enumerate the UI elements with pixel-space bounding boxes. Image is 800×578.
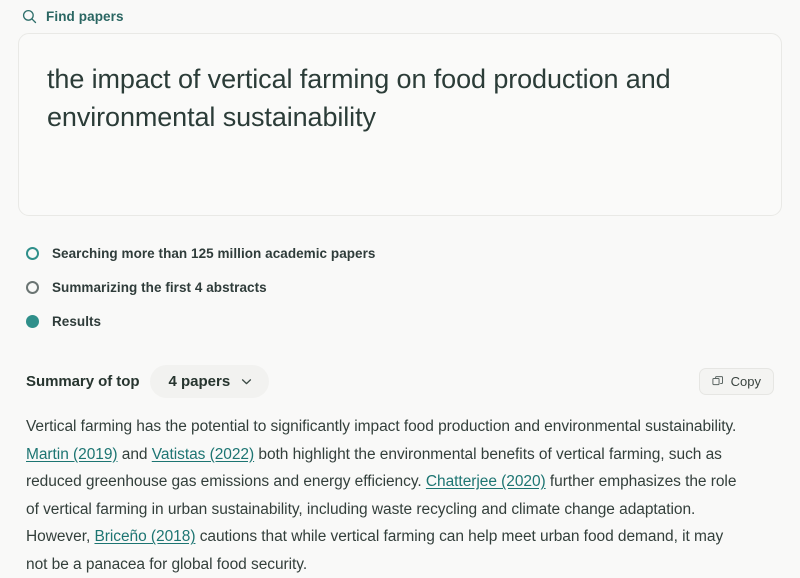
copy-button[interactable]: Copy [698,367,774,395]
find-papers-link[interactable]: Find papers [22,9,124,24]
citation-link[interactable]: Martin (2019) [26,446,118,463]
summary-toolbar: Summary of top 4 papers Copy [26,364,774,398]
step-status-icon [26,280,39,294]
copy-label: Copy [730,373,761,389]
progress-steps: Searching more than 125 million academic… [26,242,626,332]
step-item: Summarizing the first 4 abstracts [26,276,626,298]
step-item: Results [26,310,626,332]
summary-paragraph: Vertical farming has the potential to si… [26,413,742,578]
papers-count-dropdown[interactable]: 4 papers [150,364,270,398]
find-papers-label: Find papers [46,9,124,24]
copy-icon [712,376,723,386]
search-icon [22,9,37,24]
step-status-icon [26,246,39,260]
step-status-icon [26,314,39,328]
chevron-down-icon [242,378,252,384]
summary-title: Summary of top [26,372,140,390]
citation-link[interactable]: Vatistas (2022) [152,446,254,463]
step-item: Searching more than 125 million academic… [26,242,626,264]
page-header: Find papers [0,0,800,33]
citation-link[interactable]: Chatterjee (2020) [426,473,546,490]
query-card[interactable]: the impact of vertical farming on food p… [18,33,782,216]
papers-count-value: 4 papers [168,372,231,390]
citation-link[interactable]: Briceño (2018) [94,528,195,545]
step-label: Summarizing the first 4 abstracts [52,279,267,295]
step-label: Results [52,313,102,329]
summary-text-run: Vertical farming has the potential to si… [26,418,737,435]
step-label: Searching more than 125 million academic… [52,245,376,261]
query-text: the impact of vertical farming on food p… [47,64,678,133]
app-root: Find papers the impact of vertical farmi… [0,0,800,575]
summary-text-run: and [117,445,152,463]
